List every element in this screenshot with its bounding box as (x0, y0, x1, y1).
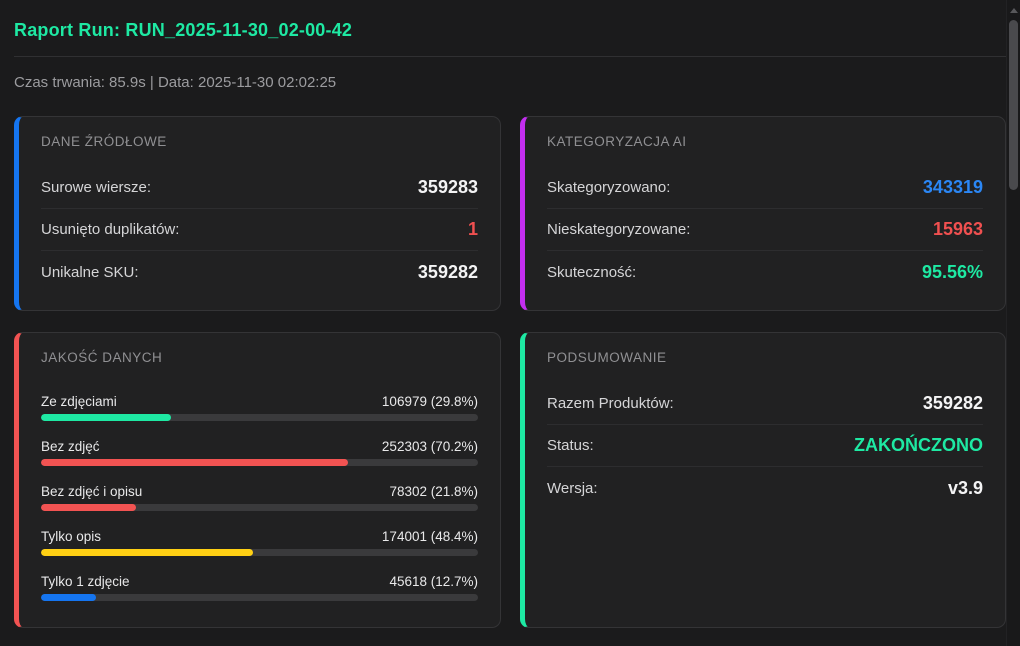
stat-row-effectiveness: Skuteczność: 95.56% (547, 251, 983, 293)
stat-row-total-products: Razem Produktów: 359282 (547, 383, 983, 425)
progress-fill (41, 594, 96, 601)
bar-row-with-photos: Ze zdjęciami 106979 (29.8%) (41, 393, 478, 421)
bar-row-one-photo: Tylko 1 zdjęcie 45618 (12.7%) (41, 573, 478, 601)
stat-row-uncategorized: Nieskategoryzowane: 15963 (547, 209, 983, 251)
bar-label: Bez zdjęć i opisu (41, 483, 142, 500)
progress-fill (41, 459, 348, 466)
page-title: Raport Run: RUN_2025-11-30_02-00-42 (14, 20, 1006, 41)
header-divider (14, 56, 1006, 57)
bar-value: 252303 (70.2%) (382, 438, 478, 455)
vertical-scrollbar-thumb[interactable] (1009, 20, 1018, 190)
card-ai-title: KATEGORYZACJA AI (547, 135, 983, 149)
stat-label: Skategoryzowano: (547, 179, 670, 196)
card-quality-title: JAKOŚĆ DANYCH (41, 351, 478, 365)
progress-fill (41, 504, 136, 511)
card-summary: PODSUMOWANIE Razem Produktów: 359282 Sta… (520, 332, 1006, 628)
stat-label: Skuteczność: (547, 264, 636, 281)
progress-track (41, 459, 478, 466)
stat-value: 343319 (923, 177, 983, 198)
stat-value: 359282 (418, 262, 478, 283)
bar-value: 174001 (48.4%) (382, 528, 478, 545)
stat-label: Unikalne SKU: (41, 264, 139, 281)
progress-fill (41, 549, 253, 556)
bar-row-desc-only: Tylko opis 174001 (48.4%) (41, 528, 478, 556)
stat-row-duplicates-removed: Usunięto duplikatów: 1 (41, 209, 478, 251)
stat-value: 95.56% (922, 262, 983, 283)
stat-row-raw-rows: Surowe wiersze: 359283 (41, 167, 478, 209)
progress-track (41, 594, 478, 601)
stat-label: Wersja: (547, 480, 598, 497)
card-ai-categorization: KATEGORYZACJA AI Skategoryzowano: 343319… (520, 116, 1006, 311)
bar-value: 78302 (21.8%) (389, 483, 478, 500)
stat-label: Status: (547, 437, 594, 454)
bar-label: Tylko opis (41, 528, 101, 545)
card-source-data: DANE ŹRÓDŁOWE Surowe wiersze: 359283 Usu… (14, 116, 501, 311)
stat-label: Surowe wiersze: (41, 179, 151, 196)
stat-row-unique-sku: Unikalne SKU: 359282 (41, 251, 478, 293)
stat-value: v3.9 (948, 478, 983, 499)
stat-label: Nieskategoryzowane: (547, 221, 690, 238)
progress-track (41, 549, 478, 556)
stat-row-status: Status: ZAKOŃCZONO (547, 425, 983, 467)
bar-label: Bez zdjęć (41, 438, 100, 455)
stat-value: 15963 (933, 219, 983, 240)
stat-row-categorized: Skategoryzowano: 343319 (547, 167, 983, 209)
cards-grid: DANE ŹRÓDŁOWE Surowe wiersze: 359283 Usu… (14, 116, 1006, 628)
bar-value: 106979 (29.8%) (382, 393, 478, 410)
bar-row-no-photos-no-desc: Bez zdjęć i opisu 78302 (21.8%) (41, 483, 478, 511)
stat-label: Usunięto duplikatów: (41, 221, 179, 238)
bar-label: Tylko 1 zdjęcie (41, 573, 130, 590)
stat-value: 359282 (923, 393, 983, 414)
stat-label: Razem Produktów: (547, 395, 674, 412)
status-badge: ZAKOŃCZONO (854, 435, 983, 456)
card-summary-title: PODSUMOWANIE (547, 351, 983, 365)
run-meta-subtitle: Czas trwania: 85.9s | Data: 2025-11-30 0… (14, 74, 1006, 91)
bar-label: Ze zdjęciami (41, 393, 117, 410)
progress-track (41, 504, 478, 511)
progress-track (41, 414, 478, 421)
stat-value: 359283 (418, 177, 478, 198)
stat-value: 1 (468, 219, 478, 240)
stat-row-version: Wersja: v3.9 (547, 467, 983, 509)
bar-row-no-photos: Bez zdjęć 252303 (70.2%) (41, 438, 478, 466)
report-page: Raport Run: RUN_2025-11-30_02-00-42 Czas… (14, 0, 1006, 628)
card-data-quality: JAKOŚĆ DANYCH Ze zdjęciami 106979 (29.8%… (14, 332, 501, 628)
bar-value: 45618 (12.7%) (389, 573, 478, 590)
scroll-up-arrow-icon[interactable] (1010, 8, 1018, 13)
card-source-title: DANE ŹRÓDŁOWE (41, 135, 478, 149)
vertical-scrollbar-track[interactable] (1006, 0, 1020, 646)
progress-fill (41, 414, 171, 421)
